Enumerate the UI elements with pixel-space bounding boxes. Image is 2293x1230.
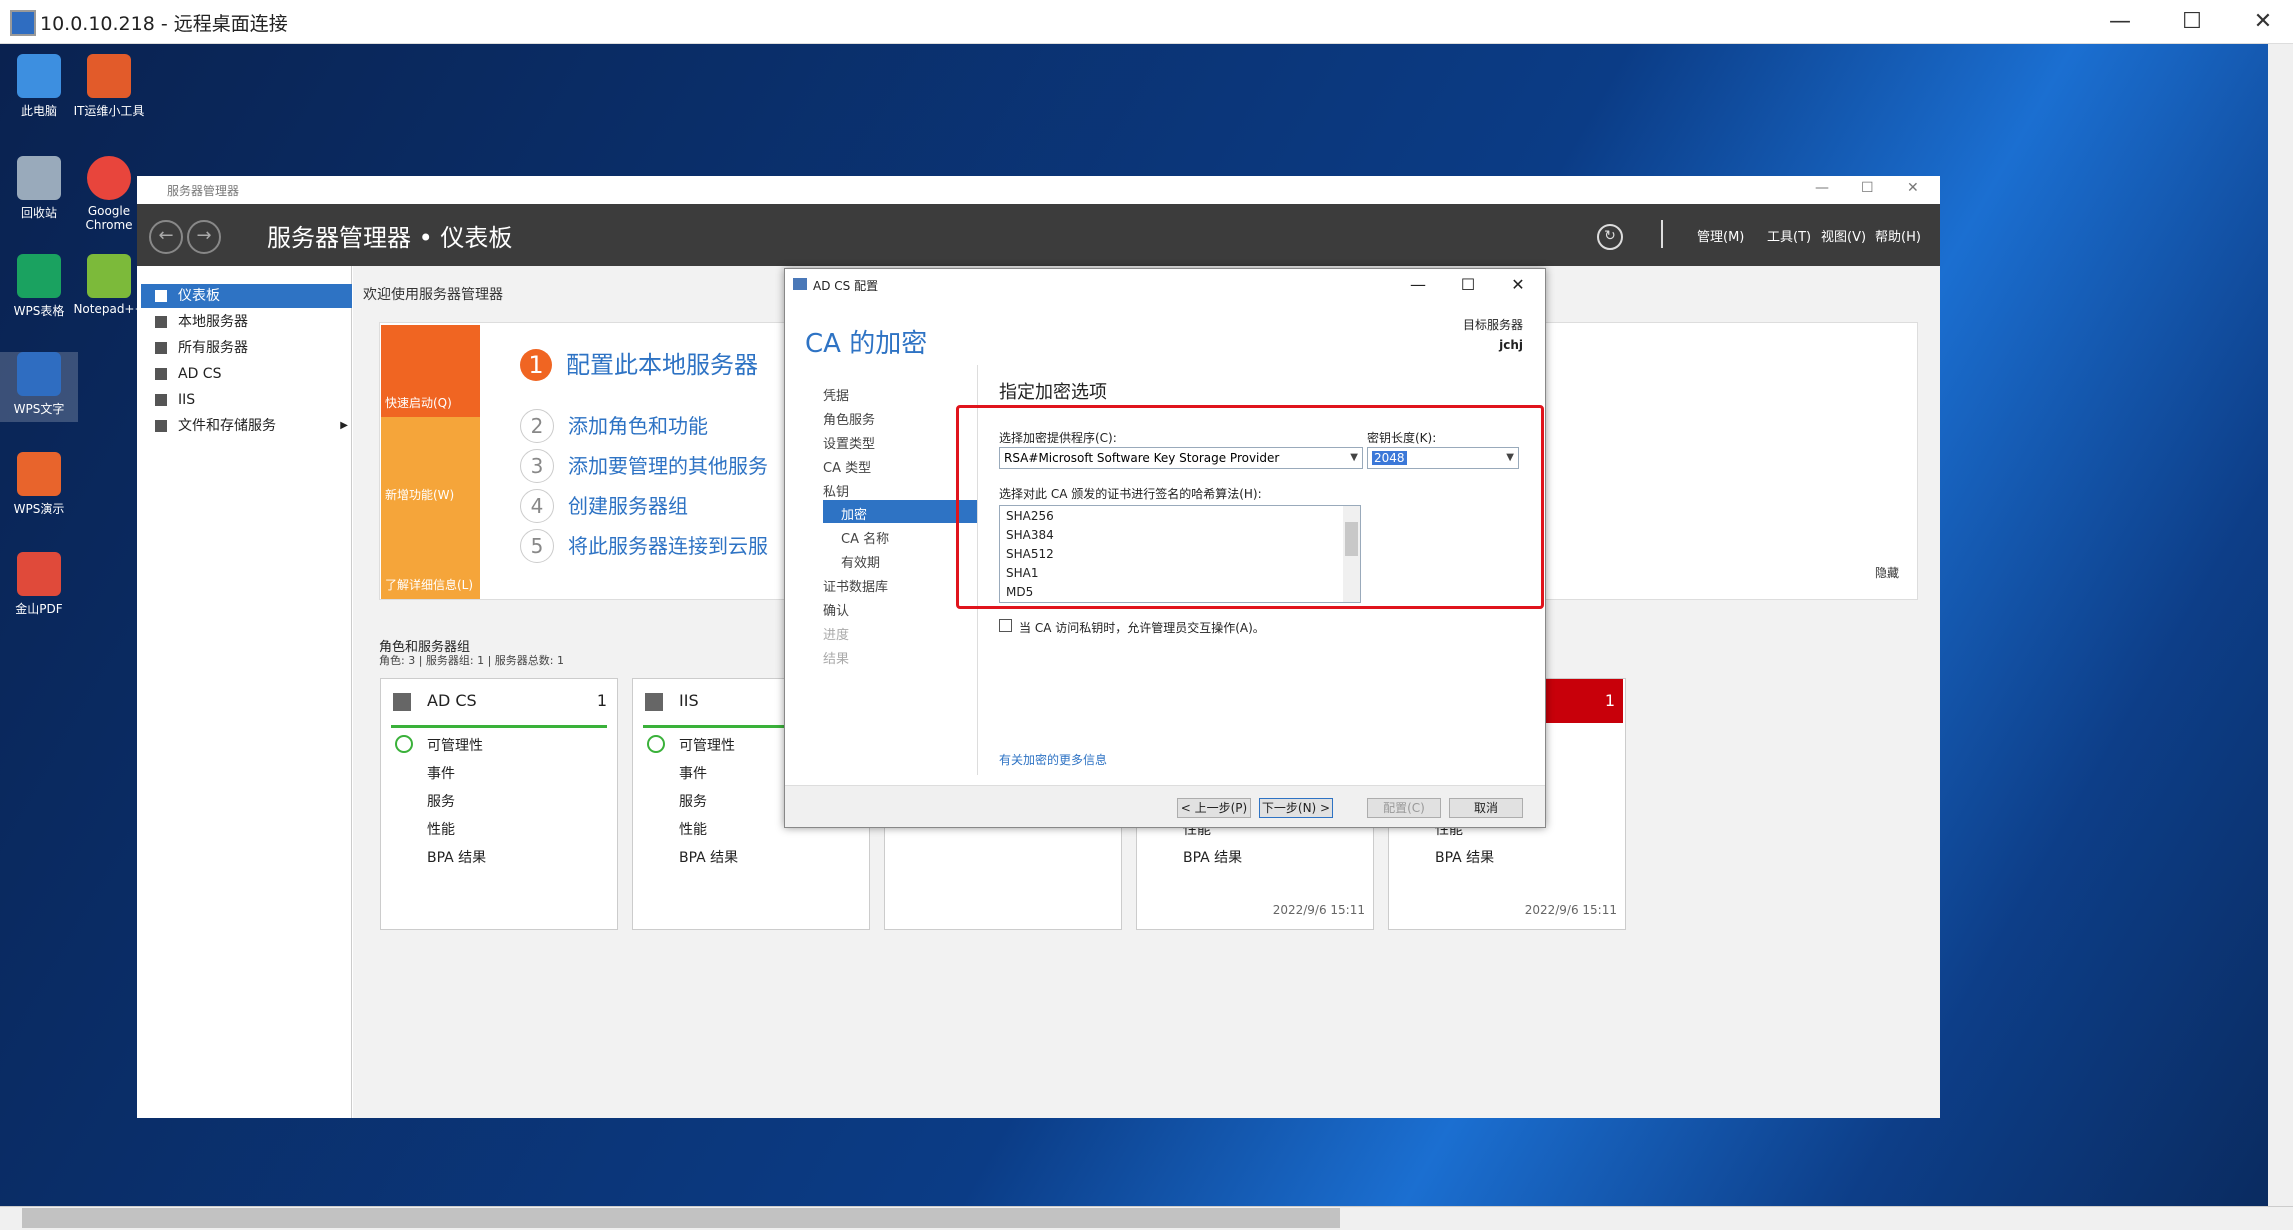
wizard-nav-cert-db[interactable]: 证书数据库 xyxy=(823,576,888,595)
configure-button[interactable]: 配置(C) xyxy=(1367,798,1441,818)
rdp-title-bar: 10.0.10.218 - 远程桌面连接 — ☐ ✕ xyxy=(0,0,2293,44)
dialog-titlebar: AD CS 配置 — ☐ ✕ xyxy=(785,269,1545,301)
step-4-link[interactable]: 4 创建服务器组 xyxy=(520,489,688,523)
server-icon xyxy=(155,316,167,328)
notepad-icon xyxy=(87,254,131,298)
flag-icon[interactable] xyxy=(1661,220,1683,248)
nav-local-server[interactable]: 本地服务器 xyxy=(141,310,352,334)
computer-icon xyxy=(17,54,61,98)
status-ok-icon xyxy=(647,735,665,753)
tile-whats-new[interactable]: 新增功能(W) xyxy=(381,417,480,509)
nav-all-servers[interactable]: 所有服务器 xyxy=(141,336,352,360)
step-2-link[interactable]: 2 添加角色和功能 xyxy=(520,409,708,443)
step-1-link[interactable]: 1 配置此本地服务器 xyxy=(520,345,758,381)
nav-dashboard[interactable]: 仪表板 xyxy=(141,284,352,308)
cancel-button[interactable]: 取消 xyxy=(1449,798,1523,818)
sm-maximize-button[interactable]: ☐ xyxy=(1861,180,1874,196)
wps-sheet-icon xyxy=(17,254,61,298)
rdp-icon xyxy=(10,10,36,36)
wizard-nav-setup-type[interactable]: 设置类型 xyxy=(823,433,875,452)
dialog-minimize-button[interactable]: — xyxy=(1395,271,1441,299)
desktop-icon-wps-sheet[interactable]: WPS表格 xyxy=(0,254,78,319)
wps-present-icon xyxy=(17,452,61,496)
dialog-footer: < 上一步(P) 下一步(N) > 配置(C) 取消 xyxy=(785,785,1545,827)
welcome-heading: 欢迎使用服务器管理器 xyxy=(363,287,503,303)
refresh-icon[interactable]: ↻ xyxy=(1597,224,1623,250)
status-ok-icon xyxy=(395,735,413,753)
server-manager-nav: 仪表板 本地服务器 所有服务器 AD CS IIS 文件和存储服务 ▶ xyxy=(137,266,352,1118)
wizard-nav-validity[interactable]: 有效期 xyxy=(841,552,880,571)
desktop-icon-recycle-bin[interactable]: 回收站 xyxy=(0,156,78,221)
more-info-link[interactable]: 有关加密的更多信息 xyxy=(999,751,1107,768)
wizard-nav-role-services[interactable]: 角色服务 xyxy=(823,409,875,428)
role-card-adcs[interactable]: AD CS 1 可管理性 事件 服务 性能 BPA 结果 xyxy=(380,678,618,930)
dialog-heading: CA 的加密 xyxy=(805,329,928,359)
minimize-button[interactable]: — xyxy=(2085,0,2155,44)
adcs-icon xyxy=(393,693,411,711)
back-icon[interactable]: ← xyxy=(149,220,183,254)
menu-manage[interactable]: 管理(M) xyxy=(1697,226,1744,245)
menu-view[interactable]: 视图(V) xyxy=(1821,226,1866,245)
tile-learn-more[interactable]: 了解详细信息(L) xyxy=(381,509,480,599)
tile-quick-start[interactable]: 快速启动(Q) xyxy=(381,325,480,417)
wizard-nav-credentials[interactable]: 凭据 xyxy=(823,385,849,404)
vertical-scrollbar[interactable] xyxy=(2268,44,2293,1206)
desktop-icon-it-tool[interactable]: IT运维小工具 xyxy=(70,54,148,119)
adcs-icon xyxy=(793,278,807,290)
dialog-close-button[interactable]: ✕ xyxy=(1495,271,1541,299)
forward-icon[interactable]: → xyxy=(187,220,221,254)
step-5-link[interactable]: 5 将此服务器连接到云服 xyxy=(520,529,768,563)
desktop-icon-pdf[interactable]: 金山PDF xyxy=(0,552,78,617)
wizard-nav-progress: 进度 xyxy=(823,628,850,643)
dialog-maximize-button[interactable]: ☐ xyxy=(1445,271,1491,299)
breadcrumb: 服务器管理器 • 仪表板 xyxy=(267,224,513,252)
pdf-icon xyxy=(17,552,61,596)
storage-icon xyxy=(155,420,167,432)
maximize-button[interactable]: ☐ xyxy=(2157,0,2227,44)
menu-tools[interactable]: 工具(T) xyxy=(1767,226,1811,245)
previous-button[interactable]: < 上一步(P) xyxy=(1177,798,1251,818)
close-button[interactable]: ✕ xyxy=(2228,0,2293,44)
allow-interaction-label: 当 CA 访问私钥时，允许管理员交互操作(A)。 xyxy=(1019,621,1265,635)
wizard-nav-cryptography[interactable]: 加密 xyxy=(841,504,867,523)
wizard-nav-private-key[interactable]: 私钥 xyxy=(823,481,849,500)
desktop-icon-wps-present[interactable]: WPS演示 xyxy=(0,452,78,517)
iis-icon xyxy=(645,693,663,711)
server-manager-header: ← → 服务器管理器 • 仪表板 ↻ 管理(M) 工具(T) 视图(V) 帮助(… xyxy=(137,204,1940,266)
desktop-icon-wps-writer[interactable]: WPS文字 xyxy=(0,352,78,422)
hide-link[interactable]: 隐藏 xyxy=(1875,564,1899,581)
rdp-title: 10.0.10.218 - 远程桌面连接 xyxy=(40,13,288,35)
highlight-annotation-box xyxy=(956,405,1544,609)
chevron-right-icon: ▶ xyxy=(340,420,348,431)
menu-help[interactable]: 帮助(H) xyxy=(1875,226,1921,245)
nav-file-storage[interactable]: 文件和存储服务 ▶ xyxy=(141,414,352,438)
sm-minimize-button[interactable]: — xyxy=(1815,180,1829,196)
desktop-icon-this-pc[interactable]: 此电脑 xyxy=(0,54,78,119)
dashboard-icon xyxy=(155,290,167,302)
roles-summary: 角色: 3 | 服务器组: 1 | 服务器总数: 1 xyxy=(379,654,565,667)
wizard-nav-ca-name[interactable]: CA 名称 xyxy=(841,528,889,547)
horizontal-scroll-thumb[interactable] xyxy=(22,1208,1340,1228)
chrome-icon xyxy=(87,156,131,200)
next-button[interactable]: 下一步(N) > xyxy=(1259,798,1333,818)
servers-icon xyxy=(155,342,167,354)
it-tool-icon xyxy=(87,54,131,98)
server-manager-titlebar: 服务器管理器 — ☐ ✕ xyxy=(137,176,1940,204)
step-3-link[interactable]: 3 添加要管理的其他服务 xyxy=(520,449,768,483)
sm-close-button[interactable]: ✕ xyxy=(1907,180,1919,196)
allow-interaction-checkbox[interactable] xyxy=(999,619,1012,632)
nav-iis[interactable]: IIS xyxy=(141,388,352,412)
section-heading: 指定加密选项 xyxy=(999,382,1107,403)
nav-adcs[interactable]: AD CS xyxy=(141,362,352,386)
recycle-bin-icon xyxy=(17,156,61,200)
wps-writer-icon xyxy=(17,352,61,396)
iis-icon xyxy=(155,394,167,406)
wizard-nav-results: 结果 xyxy=(823,652,850,667)
target-server: 目标服务器 jchj xyxy=(1462,318,1523,352)
wizard-nav-confirm[interactable]: 确认 xyxy=(823,600,849,619)
adcs-icon xyxy=(155,368,167,380)
wizard-nav-ca-type[interactable]: CA 类型 xyxy=(823,457,871,476)
